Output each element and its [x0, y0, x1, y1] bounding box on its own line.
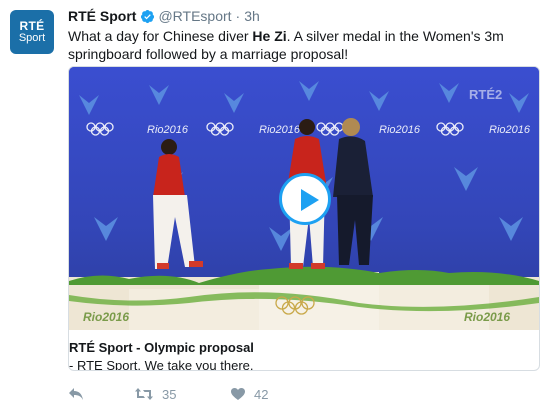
- tweet-text-start: What a day for Chinese diver: [68, 28, 253, 44]
- heart-icon: [230, 387, 246, 401]
- banner-text-3: Rio2016: [379, 124, 421, 136]
- card-title[interactable]: RTÉ Sport - Olympic proposal: [69, 340, 254, 355]
- author-handle[interactable]: @RTEsport: [158, 8, 231, 24]
- banner-text-2: Rio2016: [259, 124, 301, 136]
- retweet-icon: [134, 387, 154, 401]
- tweet-text: What a day for Chinese diver He Zi. A si…: [68, 27, 538, 63]
- play-button[interactable]: [279, 173, 331, 225]
- card-description: - RTE Sport. We take you there.: [69, 358, 254, 371]
- avatar-logo-line2: Sport: [18, 31, 46, 44]
- banner-text-4: Rio2016: [489, 124, 531, 136]
- like-button[interactable]: 42: [230, 387, 268, 402]
- video-player[interactable]: Rio2016 Rio2016 Rio2016 Rio2016 RTÉ2 Rio…: [69, 67, 539, 330]
- retweet-button[interactable]: 35: [134, 387, 230, 402]
- avatar[interactable]: RTÉ Sport: [10, 10, 54, 54]
- tweet: RTÉ Sport RTÉ Sport @RTEsport · 3h What …: [0, 0, 550, 411]
- retweet-count: 35: [162, 386, 177, 402]
- tweet-timestamp[interactable]: 3h: [244, 8, 260, 24]
- header-separator: ·: [235, 8, 241, 24]
- like-count: 42: [254, 386, 269, 402]
- author-name[interactable]: RTÉ Sport: [68, 8, 136, 24]
- podium-text-right: Rio2016: [464, 310, 510, 324]
- tweet-text-highlight: He Zi: [252, 28, 287, 44]
- video-card[interactable]: Rio2016 Rio2016 Rio2016 Rio2016 RTÉ2 Rio…: [68, 66, 540, 371]
- broadcaster-watermark: RTÉ2: [469, 87, 502, 102]
- banner-text-1: Rio2016: [147, 124, 189, 136]
- avatar-logo-line1: RTÉ: [19, 18, 45, 33]
- tweet-actions: 35 42: [68, 383, 268, 405]
- podium-text-left: Rio2016: [83, 310, 129, 324]
- tweet-header: RTÉ Sport @RTEsport · 3h: [68, 8, 260, 24]
- reply-icon: [68, 387, 84, 401]
- verified-badge-icon: [140, 9, 155, 24]
- reply-button[interactable]: [68, 387, 134, 401]
